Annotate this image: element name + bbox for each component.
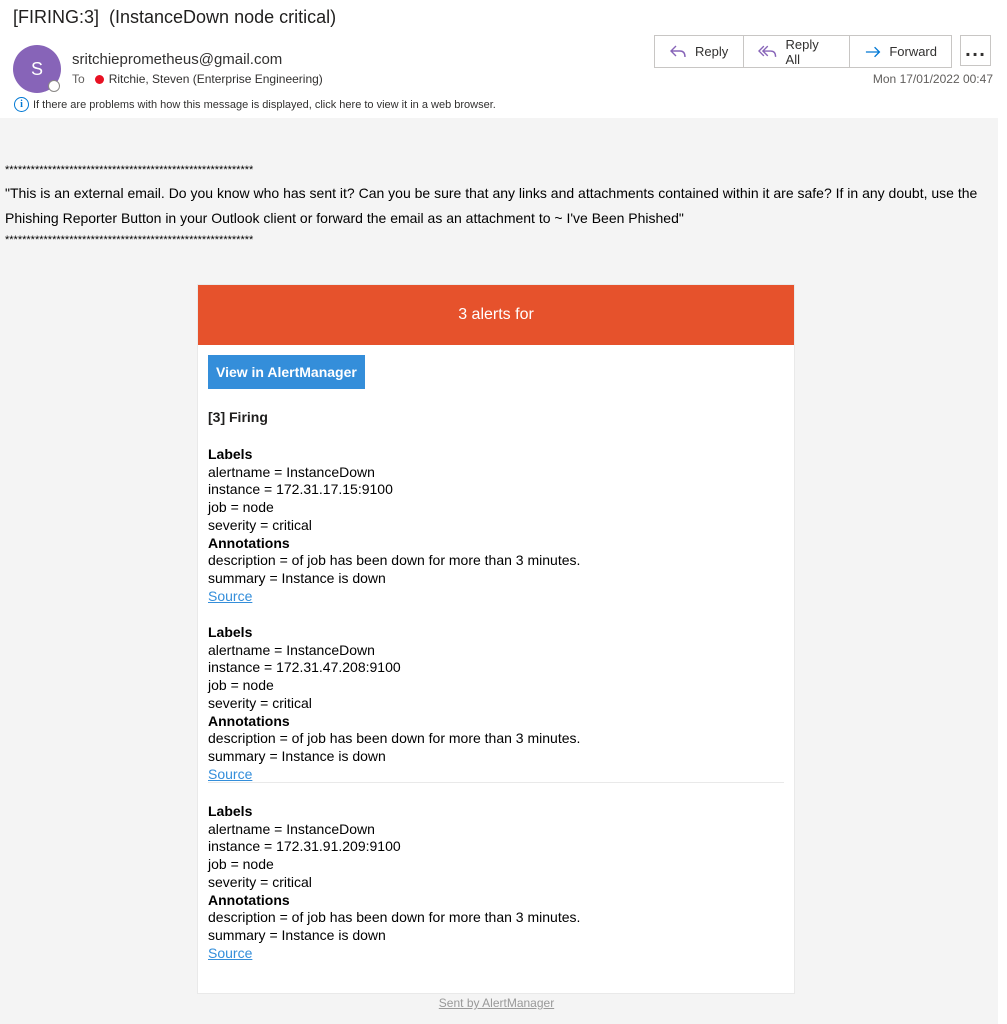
label-job: job = node bbox=[208, 856, 274, 873]
forward-button[interactable]: Forward bbox=[850, 36, 951, 67]
label-instance: instance = 172.31.17.15:9100 bbox=[208, 481, 393, 498]
info-text: If there are problems with how this mess… bbox=[33, 98, 496, 111]
annotation-description: description = of job has been down for m… bbox=[208, 552, 581, 569]
recipient-name[interactable]: Ritchie, Steven (Enterprise Engineering) bbox=[109, 72, 323, 86]
alert-item: Labels alertname = InstanceDown instance… bbox=[208, 446, 784, 605]
label-job: job = node bbox=[208, 677, 274, 694]
forward-label: Forward bbox=[889, 44, 937, 59]
source-link[interactable]: Source bbox=[208, 766, 784, 784]
view-in-alertmanager-button[interactable]: View in AlertManager bbox=[208, 355, 365, 389]
alert-divider bbox=[208, 782, 784, 783]
annotation-summary: summary = Instance is down bbox=[208, 926, 386, 943]
email-subject: [FIRING:3] (InstanceDown node critical) bbox=[13, 7, 337, 27]
label-alertname: alertname = InstanceDown bbox=[208, 820, 375, 837]
info-icon: i bbox=[14, 97, 29, 112]
more-actions-button[interactable]: ... bbox=[960, 35, 991, 66]
label-instance: instance = 172.31.47.208:9100 bbox=[208, 659, 401, 676]
label-instance: instance = 172.31.91.209:9100 bbox=[208, 838, 401, 855]
info-bar[interactable]: i If there are problems with how this me… bbox=[14, 97, 496, 112]
received-date: Mon 17/01/2022 00:47 bbox=[872, 72, 993, 86]
message-body: ****************************************… bbox=[0, 118, 998, 1024]
annotations-heading: Annotations bbox=[208, 534, 290, 551]
annotation-summary: summary = Instance is down bbox=[208, 569, 386, 586]
alert-item: Labels alertname = InstanceDown instance… bbox=[208, 803, 784, 962]
label-alertname: alertname = InstanceDown bbox=[208, 641, 375, 658]
annotations-heading: Annotations bbox=[208, 891, 290, 908]
labels-heading: Labels bbox=[208, 803, 253, 819]
reply-button[interactable]: Reply bbox=[655, 36, 744, 67]
labels-heading: Labels bbox=[208, 446, 253, 462]
annotations-heading: Annotations bbox=[208, 712, 290, 729]
annotation-summary: summary = Instance is down bbox=[208, 747, 386, 764]
reply-all-label: Reply All bbox=[785, 36, 819, 67]
banner-stars-bottom: ****************************************… bbox=[5, 234, 254, 246]
reply-icon bbox=[670, 45, 686, 57]
source-link[interactable]: Source bbox=[208, 945, 784, 963]
to-line: To Ritchie, Steven (Enterprise Engineeri… bbox=[72, 72, 323, 86]
more-icon: ... bbox=[964, 41, 987, 60]
banner-stars-top: ****************************************… bbox=[5, 164, 254, 176]
annotation-description: description = of job has been down for m… bbox=[208, 909, 581, 926]
sender-address[interactable]: sritchieprometheus@gmail.com bbox=[72, 51, 282, 68]
label-job: job = node bbox=[208, 499, 274, 516]
label-alertname: alertname = InstanceDown bbox=[208, 463, 375, 480]
busy-presence-icon bbox=[94, 74, 104, 84]
forward-icon bbox=[865, 46, 881, 57]
label-severity: severity = critical bbox=[208, 694, 312, 711]
presence-status-icon bbox=[48, 80, 60, 92]
to-label: To bbox=[72, 72, 85, 86]
annotation-description: description = of job has been down for m… bbox=[208, 730, 581, 747]
external-email-banner: ****************************************… bbox=[5, 163, 993, 247]
sent-by-alertmanager-link[interactable]: Sent by AlertManager bbox=[0, 996, 993, 1010]
alert-item: Labels alertname = InstanceDown instance… bbox=[208, 624, 784, 783]
reply-all-icon bbox=[758, 45, 777, 57]
message-actions: Reply Reply All Forward bbox=[654, 35, 952, 68]
reply-all-button[interactable]: Reply All bbox=[744, 36, 850, 67]
label-severity: severity = critical bbox=[208, 873, 312, 890]
label-severity: severity = critical bbox=[208, 516, 312, 533]
banner-text: "This is an external email. Do you know … bbox=[5, 185, 978, 226]
alert-card: 3 alerts for View in AlertManager [3] Fi… bbox=[197, 284, 795, 994]
reply-label: Reply bbox=[695, 44, 729, 59]
firing-title: [3] Firing bbox=[208, 409, 268, 425]
labels-heading: Labels bbox=[208, 624, 253, 640]
source-link[interactable]: Source bbox=[208, 588, 784, 606]
alert-card-header: 3 alerts for bbox=[198, 285, 794, 345]
